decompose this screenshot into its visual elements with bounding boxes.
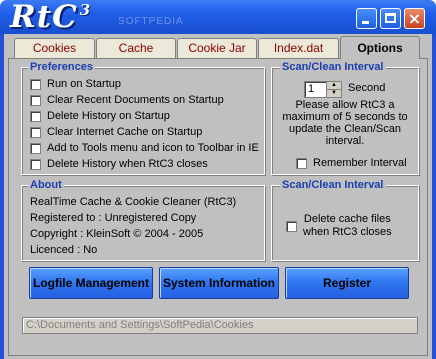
run-on-startup-checkbox[interactable]: Run on Startup [30, 78, 121, 90]
spinner-down-icon[interactable]: ▼ [327, 90, 341, 97]
tab-cache[interactable]: Cache [96, 38, 176, 58]
checkbox-label: Clear Recent Documents on Startup [47, 94, 224, 106]
clear-recent-documents-checkbox[interactable]: Clear Recent Documents on Startup [30, 94, 224, 106]
checkbox-box[interactable] [296, 157, 307, 169]
tab-label: Cache [118, 41, 154, 55]
logfile-management-button[interactable]: Logfile Management [29, 267, 153, 299]
interval-value[interactable]: 1 [308, 83, 314, 95]
tab-options[interactable]: Options [340, 36, 420, 59]
spinner-arrows: ▲ ▼ [326, 82, 341, 97]
options-panel: Preferences Run on Startup Clear Recent … [8, 58, 428, 356]
delete-history-close-checkbox[interactable]: Delete History when RtC3 closes [30, 158, 208, 170]
tab-index-dat[interactable]: Index.dat [258, 38, 339, 58]
system-information-button[interactable]: System Information [159, 267, 279, 299]
tab-label: Cookies [32, 41, 77, 55]
interval-note: Please allow RtC3 a maximum of 5 seconds… [272, 99, 418, 147]
interval-spinner[interactable]: 1 ▲ ▼ [304, 81, 342, 98]
checkbox-box[interactable] [286, 220, 297, 232]
logo-superscript: 3 [79, 1, 91, 19]
note-line: maximum of 5 seconds to [282, 111, 408, 123]
interval-unit: Second [348, 82, 386, 94]
minimize-button[interactable] [356, 8, 377, 29]
maximize-button[interactable] [380, 8, 401, 29]
checkbox-label: Clear Internet Cache on Startup [47, 126, 203, 138]
tab-label: Options [357, 41, 403, 55]
checkbox-box[interactable] [30, 110, 41, 122]
delete-history-startup-checkbox[interactable]: Delete History on Startup [30, 110, 170, 122]
checkbox-label: Delete cache files when RtC3 closes [303, 213, 392, 239]
tab-cookies[interactable]: Cookies [14, 38, 95, 58]
about-licence: Licenced : No [30, 244, 98, 256]
about-title: About [28, 178, 64, 192]
checkbox-label: Remember Interval [313, 157, 407, 169]
checkbox-label: Delete History on Startup [47, 110, 170, 122]
add-to-tools-menu-checkbox[interactable]: Add to Tools menu and icon to Toolbar in… [30, 142, 259, 154]
delete-cache-checkbox[interactable]: Delete cache files when RtC3 closes [286, 213, 392, 239]
delete-cache-group: Scan/Clean Interval Delete cache files w… [271, 178, 419, 261]
scan-interval-title-2: Scan/Clean Interval [280, 178, 386, 192]
checkbox-box[interactable] [30, 126, 41, 138]
maximize-icon [385, 13, 396, 23]
watermark-text: SOFTPEDIA [118, 16, 184, 27]
about-copyright: Copyright : KleinSoft © 2004 - 2005 [30, 228, 204, 240]
tab-label: Index.dat [273, 41, 324, 55]
preferences-group: Preferences Run on Startup Clear Recent … [21, 60, 265, 175]
checkbox-label-line: when RtC3 closes [303, 226, 392, 238]
scan-interval-group: Scan/Clean Interval 1 ▲ ▼ Second Please … [271, 60, 419, 175]
tab-cookie-jar[interactable]: Cookie Jar [177, 38, 257, 58]
checkbox-box[interactable] [30, 158, 41, 170]
remember-interval-checkbox[interactable]: Remember Interval [296, 157, 407, 169]
path-field[interactable]: C:\Documents and Settings\SoftPedia\Cook… [22, 317, 418, 334]
preferences-title: Preferences [28, 60, 95, 74]
note-line: update the Clean/Scan [289, 123, 401, 135]
app-logo: RtC 3 [10, 0, 91, 35]
clear-internet-cache-checkbox[interactable]: Clear Internet Cache on Startup [30, 126, 202, 138]
note-line: Please allow RtC3 a [295, 99, 395, 111]
close-button[interactable]: × [404, 8, 425, 29]
about-product: RealTime Cache & Cookie Cleaner (RtC3) [30, 196, 237, 208]
checkbox-label-line: Delete cache files [303, 213, 391, 225]
checkbox-box[interactable] [30, 94, 41, 106]
checkbox-label: Run on Startup [47, 78, 121, 90]
checkbox-label: Add to Tools menu and icon to Toolbar in… [47, 142, 259, 154]
minimize-icon [362, 21, 369, 24]
register-button[interactable]: Register [285, 267, 409, 299]
app-window: RtC 3 SOFTPEDIA × Cookies Cache Cookie J… [0, 0, 436, 359]
checkbox-box[interactable] [30, 142, 41, 154]
window-client-area: Cookies Cache Cookie Jar Index.dat Optio… [4, 34, 432, 359]
title-bar[interactable]: RtC 3 SOFTPEDIA × [0, 0, 436, 34]
note-line: interval. [325, 135, 365, 147]
checkbox-box[interactable] [30, 78, 41, 90]
scan-interval-title: Scan/Clean Interval [280, 60, 386, 74]
close-icon: × [407, 9, 422, 28]
spinner-up-icon[interactable]: ▲ [327, 82, 341, 90]
checkbox-label: Delete History when RtC3 closes [47, 158, 208, 170]
logo-text: RtC [10, 0, 78, 35]
about-group: About RealTime Cache & Cookie Cleaner (R… [21, 178, 265, 261]
about-registered: Registered to : Unregistered Copy [30, 212, 197, 224]
tab-label: Cookie Jar [188, 41, 246, 55]
